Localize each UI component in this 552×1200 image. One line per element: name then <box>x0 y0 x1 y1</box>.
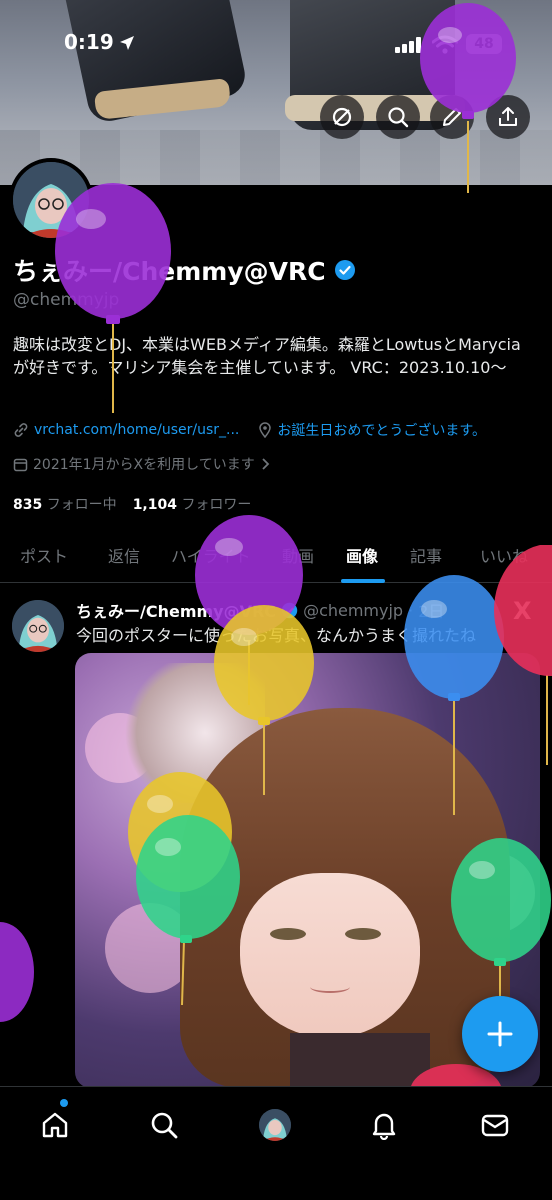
profile-meta-row: vrchat.com/home/user/usr_... お誕生日おめでとうござ… <box>13 420 486 440</box>
plus-icon <box>487 1021 513 1047</box>
tab-images[interactable]: 画像 <box>346 543 378 567</box>
battery-indicator: 48 <box>466 34 502 54</box>
post-author-handle: @chemmyjp <box>303 600 404 620</box>
post-time: 2日 <box>418 602 445 621</box>
nav-grok[interactable] <box>255 1105 295 1145</box>
profile-handle: @chemmyjp <box>13 290 120 310</box>
character-eye-left <box>270 928 306 940</box>
profile-joined-date: 2021年1月からXを利用しています <box>33 457 255 473</box>
profile-bio: 趣味は改変とDJ、本業はWEBメディア編集。森羅とLowtusとMaryciaが… <box>13 335 521 377</box>
calendar-icon <box>13 458 28 471</box>
followers-label: フォロワー <box>181 497 252 513</box>
bottom-navigation <box>0 1086 552 1200</box>
character-smile <box>310 981 350 993</box>
profile-stats: 835 フォロー中 1,104 フォロワー <box>13 494 251 514</box>
tab-videos[interactable]: 動画 <box>282 543 314 567</box>
link-icon <box>14 423 28 437</box>
circle-slash-button[interactable] <box>320 95 364 139</box>
wifi-icon <box>432 35 458 54</box>
profile-avatar[interactable] <box>9 158 93 242</box>
tab-replies[interactable]: 返信 <box>108 543 140 567</box>
x-logo-icon: X <box>513 597 532 625</box>
balloon-purple <box>0 922 34 1022</box>
profile-location[interactable]: お誕生日おめでとうございます。 <box>277 420 486 440</box>
edit-icon <box>443 108 461 126</box>
search-icon <box>151 1112 178 1139</box>
character-face <box>240 873 420 1038</box>
status-time: 0:19 <box>64 30 114 54</box>
compose-post-button[interactable] <box>462 996 538 1072</box>
home-notification-dot <box>60 1099 68 1107</box>
profile-name-row: ちぇみー/Chemmy@VRC <box>13 252 356 288</box>
character-outfit <box>290 1033 430 1088</box>
post-text: 今回のポスターに使ったお写真、なんかうまく撮れたね <box>76 626 477 645</box>
bell-icon <box>372 1113 396 1140</box>
nav-home[interactable] <box>35 1105 75 1145</box>
nav-search[interactable] <box>144 1105 184 1145</box>
post-header: ちぇみー/Chemmy@VRC @chemmyjp · 2日 <box>76 598 444 622</box>
following-count: 835 <box>13 497 43 513</box>
tab-highlights[interactable]: ハイライト <box>171 543 251 567</box>
profile-link[interactable]: vrchat.com/home/user/usr_... <box>34 422 239 438</box>
grok-avatar <box>259 1109 291 1141</box>
active-tab-indicator <box>341 579 385 583</box>
post-avatar-image <box>12 600 64 652</box>
status-bar: 0:19 48 <box>0 30 552 62</box>
location-pin-icon <box>259 422 272 438</box>
edit-button[interactable] <box>430 95 474 139</box>
share-button[interactable] <box>486 95 530 139</box>
avatar-image <box>13 162 89 238</box>
nav-messages[interactable] <box>475 1105 515 1145</box>
tab-likes[interactable]: いいね <box>480 543 528 567</box>
followers-stat[interactable]: 1,104 フォロワー <box>133 494 252 514</box>
following-stat[interactable]: 835 フォロー中 <box>13 494 117 514</box>
profile-display-name: ちぇみー/Chemmy@VRC <box>13 257 326 286</box>
following-label: フォロー中 <box>46 497 117 513</box>
cellular-signal-icon <box>395 37 421 53</box>
mail-icon <box>481 1114 509 1137</box>
character-eye-right <box>345 928 381 940</box>
profile-banner <box>0 0 552 185</box>
search-icon <box>388 107 409 128</box>
home-icon <box>42 1112 68 1138</box>
post-separator: · <box>408 600 414 620</box>
followers-count: 1,104 <box>132 497 177 513</box>
post-author-avatar[interactable] <box>12 600 64 652</box>
tab-posts[interactable]: ポスト <box>20 543 68 567</box>
verified-badge-icon[interactable] <box>334 259 356 281</box>
post-author-name[interactable]: ちぇみー/Chemmy@VRC <box>76 598 276 622</box>
profile-tabs: ポスト 返信 ハイライト 動画 画像 記事 いいね <box>0 535 552 583</box>
circle-slash-icon <box>332 107 352 127</box>
location-arrow-icon <box>120 36 134 50</box>
share-icon <box>499 107 517 126</box>
post-verified-badge-icon <box>281 602 298 618</box>
profile-joined-row[interactable]: 2021年1月からXを利用しています <box>13 454 270 474</box>
tab-articles[interactable]: 記事 <box>410 543 442 567</box>
search-button[interactable] <box>376 95 420 139</box>
nav-notifications[interactable] <box>364 1105 404 1145</box>
chevron-right-icon <box>262 458 269 470</box>
